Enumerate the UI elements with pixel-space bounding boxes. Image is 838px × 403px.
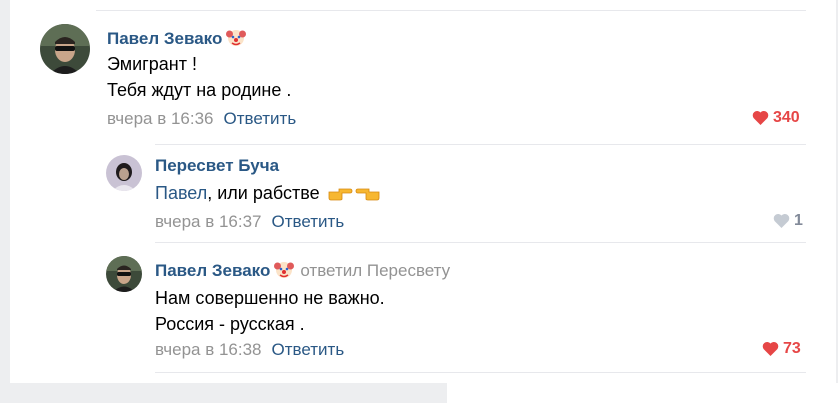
hand-pointing-right-icon	[327, 184, 353, 208]
comment-text-line: Павел, или рабстве	[155, 181, 381, 208]
like-button[interactable]: 73	[762, 339, 801, 359]
comment-meta: вчера в 16:36 Ответить	[107, 109, 296, 129]
like-count: 1	[794, 212, 803, 229]
timestamp[interactable]: вчера в 16:36	[107, 109, 214, 128]
mention-link[interactable]: Павел	[155, 183, 207, 203]
comment-text-line: Нам совершенно не важно.	[155, 288, 385, 308]
timestamp[interactable]: вчера в 16:38	[155, 340, 262, 359]
comment-text-line: Россия - русская .	[155, 314, 305, 334]
heart-icon	[762, 341, 779, 356]
comment-text-line: Тебя ждут на родине .	[107, 80, 292, 100]
top-divider	[96, 10, 806, 11]
reply-button[interactable]: Ответить	[224, 109, 297, 128]
bottom-strip	[447, 383, 838, 403]
clown-icon	[274, 259, 295, 284]
avatar[interactable]	[106, 256, 142, 292]
like-count: 73	[783, 340, 801, 357]
divider	[155, 372, 806, 373]
replied-to[interactable]: ответил Пересвету	[300, 261, 450, 280]
timestamp[interactable]: вчера в 16:37	[155, 212, 262, 231]
heart-icon	[752, 110, 769, 125]
comment-meta: вчера в 16:37 Ответить	[155, 212, 344, 232]
like-button[interactable]: 340	[752, 108, 800, 128]
author-name[interactable]: Павел Зевако	[107, 29, 222, 48]
comment-text: , или рабстве	[207, 183, 320, 203]
like-button[interactable]: 1	[773, 211, 803, 231]
author-name[interactable]: Пересвет Буча	[155, 156, 279, 175]
author-row: Павел Зевако	[107, 27, 247, 52]
reply-button[interactable]: Ответить	[272, 212, 345, 231]
reply-button[interactable]: Ответить	[272, 340, 345, 359]
author-row: Пересвет Буча	[155, 156, 279, 176]
heart-icon	[773, 213, 790, 228]
like-count: 340	[773, 109, 800, 126]
comment-text-line: Эмигрант !	[107, 54, 197, 74]
divider	[155, 242, 806, 243]
author-row: Павел Зевако ответил Пересвету	[155, 259, 450, 284]
avatar[interactable]	[106, 155, 142, 191]
author-name[interactable]: Павел Зевако	[155, 261, 270, 280]
hand-pointing-left-icon	[355, 184, 381, 208]
clown-icon	[226, 27, 247, 52]
comment-meta: вчера в 16:38 Ответить	[155, 340, 344, 360]
divider	[155, 144, 806, 145]
avatar[interactable]	[40, 24, 90, 74]
